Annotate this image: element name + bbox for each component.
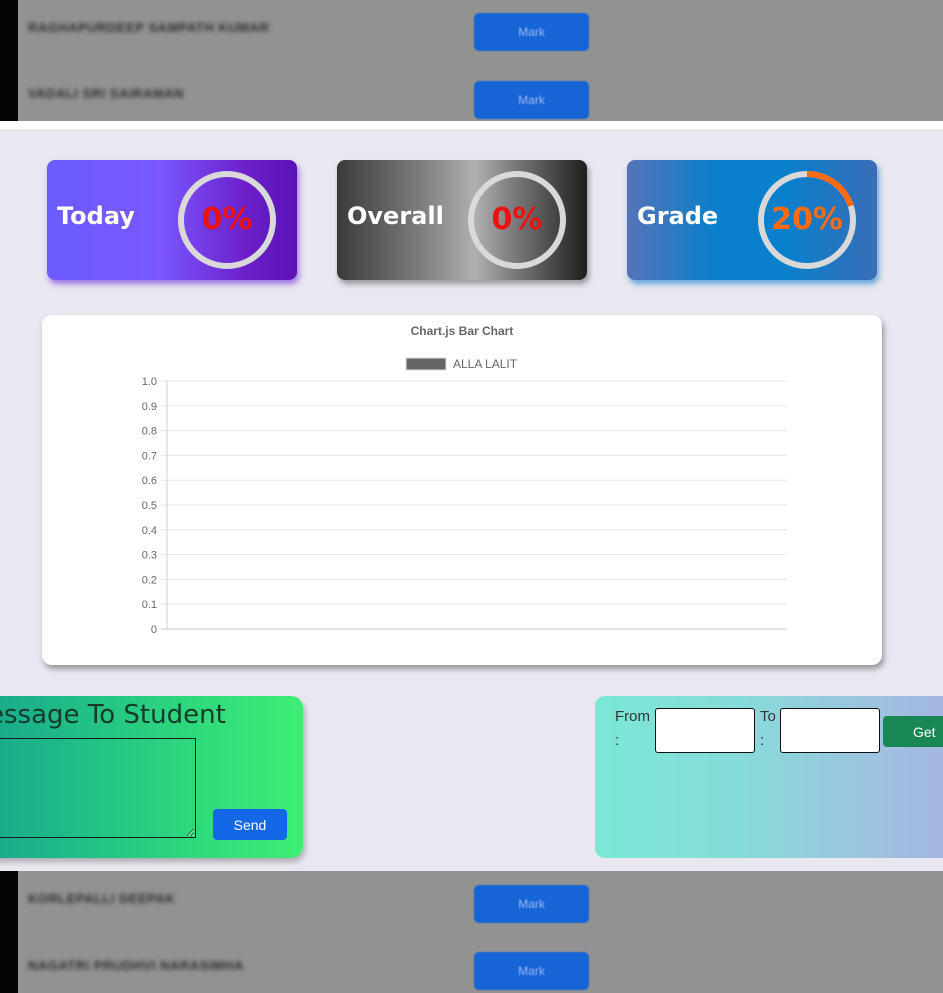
y-tick-label: 0.2 (142, 574, 157, 586)
overall-stat-card: Overall 0% (337, 160, 587, 280)
list-item: VADALI SRI SAIRAMAN Mark (0, 60, 943, 120)
y-tick-label: 0.8 (142, 426, 157, 438)
overall-percent: 0% (491, 202, 543, 237)
from-label-colon: : (615, 732, 620, 749)
list-item-name: RAGHAPURDEEP SAMPATH KUMAR (28, 20, 270, 35)
today-stat-card: Today 0% (47, 160, 297, 280)
mark-button[interactable]: Mark (474, 885, 589, 923)
divider (0, 121, 943, 129)
grade-label: Grade (637, 202, 719, 230)
grade-percent: 20% (771, 202, 843, 237)
legend-swatch[interactable] (405, 357, 447, 371)
mark-button[interactable]: Mark (474, 81, 589, 119)
y-tick-label: 0.3 (142, 550, 157, 562)
student-detail-panel: Today 0% Overall 0% Grade 20% Chart.js B… (0, 129, 943, 871)
list-item-name: KORLEPALLI DEEPAK (28, 891, 176, 906)
today-progress-ring: 0% (177, 170, 277, 270)
y-tick-label: 0.6 (142, 475, 157, 487)
y-tick-label: 0.4 (142, 525, 157, 537)
send-button[interactable]: Send (213, 809, 287, 840)
message-textarea[interactable] (0, 738, 196, 838)
overall-label: Overall (347, 202, 444, 230)
mark-button[interactable]: Mark (474, 13, 589, 51)
to-label-colon: : (760, 732, 765, 749)
message-card: essage To Student Send (0, 696, 303, 858)
get-button[interactable]: Get (883, 716, 943, 747)
message-title: essage To Student (0, 700, 226, 730)
list-item: RAGHAPURDEEP SAMPATH KUMAR Mark (0, 0, 943, 60)
y-tick-label: 1.0 (142, 376, 157, 388)
today-percent: 0% (201, 202, 253, 237)
mark-button[interactable]: Mark (474, 952, 589, 990)
grade-progress-ring: 20% (757, 170, 857, 270)
from-date-input[interactable] (655, 708, 755, 753)
bar-chart: Chart.js Bar Chart ALLA LALIT 1.0 0.9 0.8 0… (142, 324, 787, 636)
to-date-input[interactable] (780, 708, 880, 753)
list-item: NAGATRI PRUDHVI NARASIMHA Mark (0, 931, 943, 991)
bar-chart-card: Chart.js Bar Chart ALLA LALIT 1.0 0.9 0.8 0… (42, 315, 882, 665)
y-tick-label: 0.7 (142, 450, 157, 462)
from-label: From (615, 708, 650, 725)
today-label: Today (57, 202, 135, 230)
to-label: To (760, 708, 776, 725)
chart-title: Chart.js Bar Chart (411, 324, 514, 338)
y-tick-label: 0.1 (142, 599, 157, 611)
list-item-name: VADALI SRI SAIRAMAN (28, 86, 184, 101)
list-item: KORLEPALLI DEEPAK Mark (0, 871, 943, 931)
y-tick-label: 0.9 (142, 401, 157, 413)
date-range-card: From : To : Get (595, 696, 943, 858)
overall-progress-ring: 0% (467, 170, 567, 270)
y-tick-label: 0.5 (142, 500, 157, 512)
background-list-bottom: KORLEPALLI DEEPAK Mark NAGATRI PRUDHVI N… (0, 871, 943, 993)
legend-label[interactable]: ALLA LALIT (453, 357, 518, 371)
grade-stat-card: Grade 20% (627, 160, 877, 280)
y-tick-label: 0 (151, 624, 157, 636)
list-item-name: NAGATRI PRUDHVI NARASIMHA (28, 958, 244, 973)
background-list-top: RAGHAPURDEEP SAMPATH KUMAR Mark VADALI S… (0, 0, 943, 121)
